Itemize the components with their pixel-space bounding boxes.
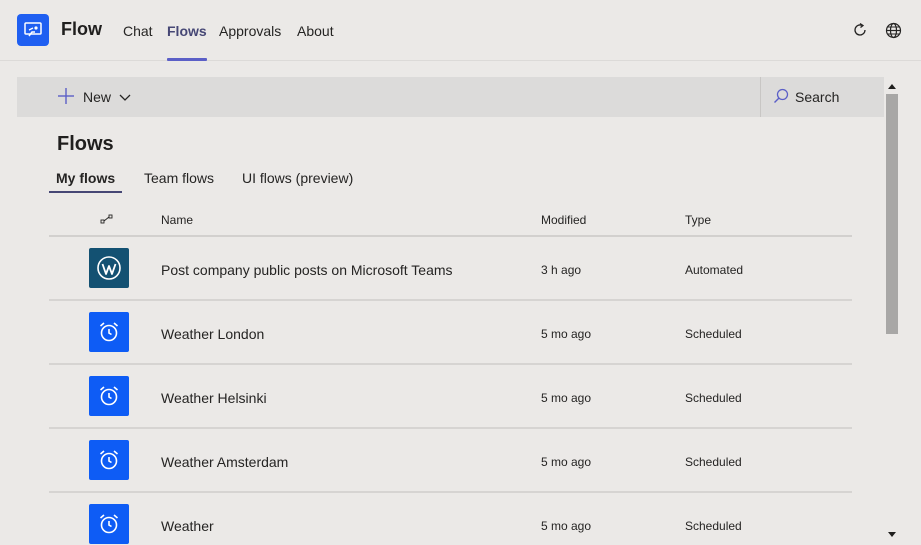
- flow-name[interactable]: Weather: [161, 518, 214, 534]
- vertical-scrollbar[interactable]: [884, 77, 901, 545]
- alarm-clock-icon: [89, 504, 129, 544]
- tab-team-flows[interactable]: Team flows: [144, 170, 214, 193]
- flow-type: Scheduled: [685, 519, 742, 533]
- table-row[interactable]: Weather Helsinki 5 mo ago Scheduled: [49, 365, 852, 429]
- tab-approvals[interactable]: Approvals: [219, 23, 281, 61]
- flow-app-icon: [17, 14, 49, 46]
- flow-type: Scheduled: [685, 327, 742, 341]
- new-button-label: New: [83, 89, 112, 105]
- flow-modified: 3 h ago: [541, 263, 582, 277]
- refresh-icon[interactable]: [851, 21, 869, 39]
- flow-modified: 5 mo ago: [541, 391, 592, 405]
- flow-type: Scheduled: [685, 391, 742, 405]
- flow-modified: 5 mo ago: [541, 519, 592, 533]
- column-header-modified[interactable]: Modified: [541, 213, 586, 227]
- flow-name[interactable]: Weather Helsinki: [161, 390, 267, 406]
- new-button[interactable]: New: [57, 87, 131, 107]
- column-header-name[interactable]: Name: [161, 213, 193, 227]
- wordpress-icon: [89, 248, 129, 288]
- alarm-clock-icon: [89, 312, 129, 352]
- flow-type: Scheduled: [685, 455, 742, 469]
- table-header: Name Modified Type: [49, 205, 852, 237]
- tab-about[interactable]: About: [297, 23, 334, 61]
- alarm-clock-icon: [89, 376, 129, 416]
- flow-name[interactable]: Weather Amsterdam: [161, 454, 288, 470]
- search-label: Search: [795, 89, 840, 105]
- page-title: Flows: [57, 133, 114, 155]
- table-row[interactable]: Weather 5 mo ago Scheduled: [49, 493, 852, 545]
- table-row[interactable]: Weather London 5 mo ago Scheduled: [49, 301, 852, 365]
- tab-ui-flows[interactable]: UI flows (preview): [242, 170, 353, 193]
- command-bar: New Search: [17, 77, 884, 117]
- scroll-down-arrow-icon[interactable]: [887, 529, 897, 539]
- search-box[interactable]: Search: [760, 77, 884, 117]
- tab-chat[interactable]: Chat: [123, 23, 153, 61]
- column-header-type[interactable]: Type: [685, 213, 711, 227]
- app-header: Flow Chat Flows Approvals About: [0, 0, 921, 61]
- alarm-clock-icon: [89, 440, 129, 480]
- flow-name[interactable]: Weather London: [161, 326, 264, 342]
- tab-my-flows[interactable]: My flows: [48, 170, 123, 193]
- plus-icon: [57, 87, 75, 108]
- app-name: Flow: [61, 19, 102, 39]
- search-icon: [773, 88, 789, 107]
- flow-modified: 5 mo ago: [541, 327, 592, 341]
- flow-name[interactable]: Post company public posts on Microsoft T…: [161, 262, 453, 278]
- scroll-up-arrow-icon[interactable]: [887, 81, 897, 91]
- flow-type: Automated: [685, 263, 744, 277]
- scrollbar-thumb[interactable]: [886, 94, 898, 334]
- flow-type-column-icon[interactable]: [100, 213, 114, 227]
- table-row[interactable]: Post company public posts on Microsoft T…: [49, 237, 852, 301]
- chevron-down-icon: [119, 89, 131, 105]
- tab-flows[interactable]: Flows: [167, 23, 207, 61]
- flow-modified: 5 mo ago: [541, 455, 592, 469]
- globe-icon[interactable]: [884, 21, 902, 39]
- table-row[interactable]: Weather Amsterdam 5 mo ago Scheduled: [49, 429, 852, 493]
